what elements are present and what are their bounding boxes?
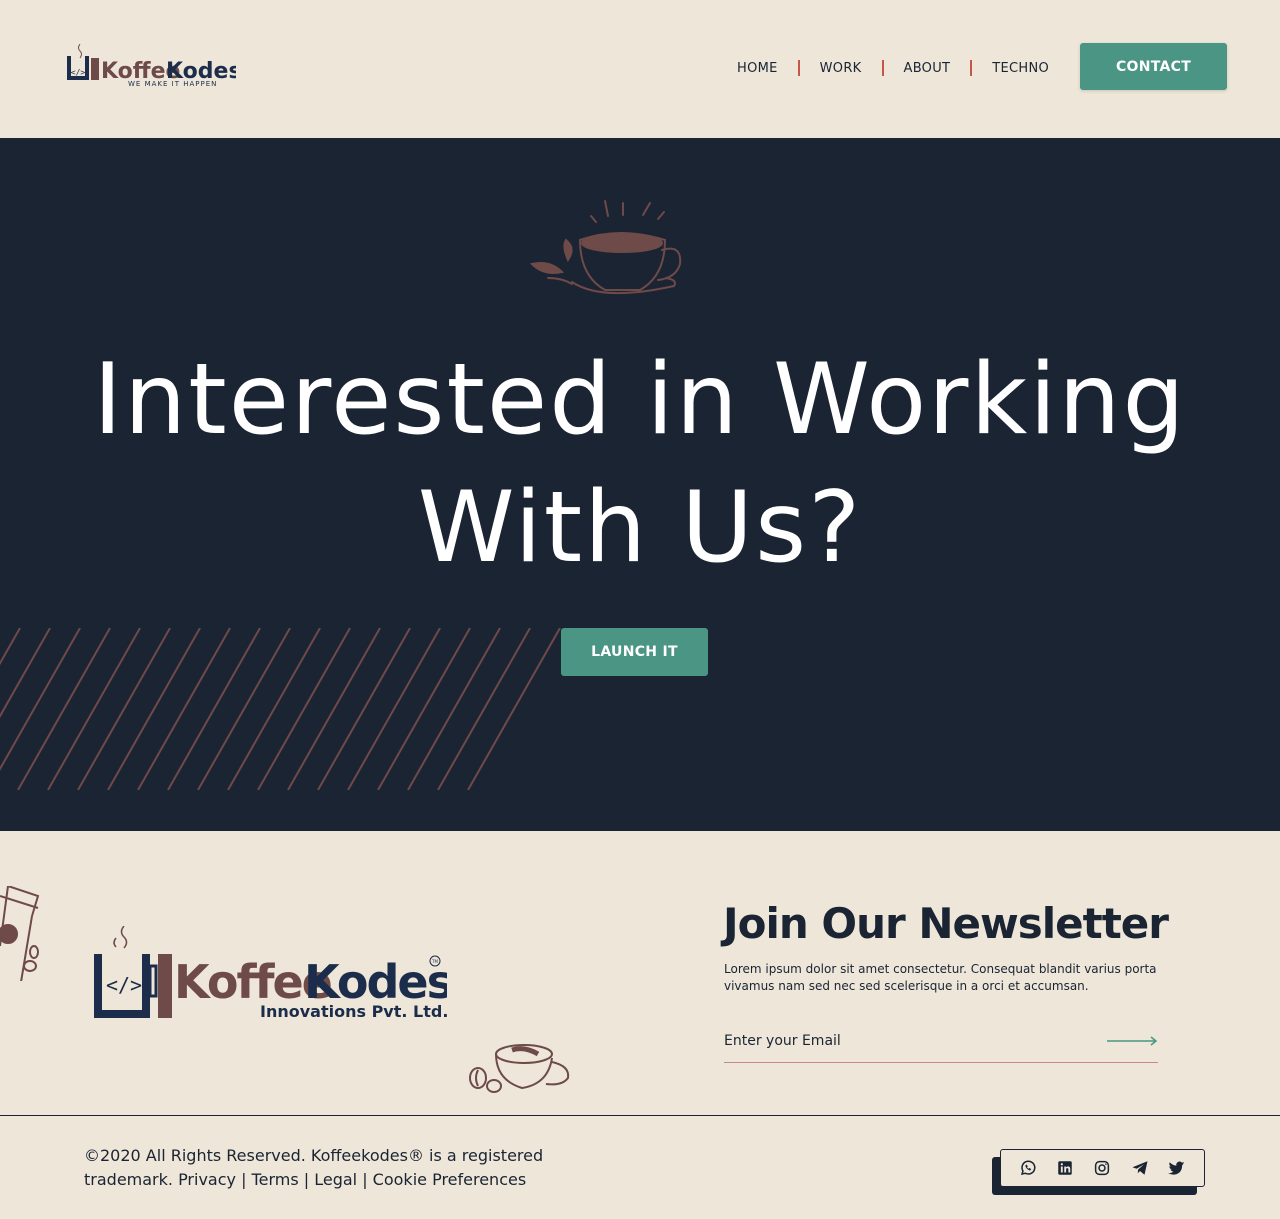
stripe-line [467,628,561,790]
nav-home[interactable]: HOME [737,61,778,76]
stripe-line [47,628,141,790]
diagonal-stripes-decoration [0,628,561,790]
social-links [1000,1149,1205,1187]
hero-title: Interested in Working With Us? [0,336,1280,592]
copyright-text: ©2020 All Rights Reserved. Koffeekodes® … [84,1144,554,1192]
hero-title-line1: Interested in Working [93,343,1187,457]
brand-logo-large: </> Koffee Kodes Innovations Pvt. Ltd. T… [94,926,447,1021]
stripe-line [107,628,201,790]
copyright-line2: trademark. Privacy | Terms | Legal | Coo… [84,1170,527,1189]
logo-large-kodes: Kodes [304,955,447,1009]
stripe-line [77,628,171,790]
stripe-line [287,628,381,790]
nav-separator [797,60,800,76]
whatsapp-icon[interactable] [1019,1159,1037,1177]
stripe-line [197,628,291,790]
nav-techno[interactable]: TECHNO [992,61,1049,76]
stripe-line [137,628,231,790]
hero-title-line2: With Us? [417,471,863,585]
hero-section: Interested in Working With Us? LAUNCH IT [0,138,1280,831]
twitter-icon[interactable] [1168,1159,1186,1177]
stripe-line [0,628,81,771]
nav-about[interactable]: ABOUT [904,61,951,76]
site-header: </> Koffee Kodes WE MAKE IT HAPPEN HOME … [0,0,1280,138]
newsletter-title: Join Our Newsletter [723,899,1169,948]
footer-top: </> Koffee Kodes Innovations Pvt. Ltd. T… [0,831,1280,1116]
brand-logo[interactable]: </> Koffee Kodes WE MAKE IT HAPPEN [66,44,236,88]
contact-button[interactable]: CONTACT [1080,43,1227,90]
stripe-line [0,628,51,719]
arrow-right-icon[interactable] [1106,1032,1158,1050]
stripe-line [257,628,351,790]
stripe-line [167,628,261,790]
main-nav: HOME WORK ABOUT TECHNO [737,60,1049,76]
newsletter-form [724,1026,1158,1063]
coffee-takeaway-cup-icon [0,886,40,981]
linkedin-icon[interactable] [1056,1159,1074,1177]
telegram-icon[interactable] [1131,1159,1149,1177]
stripe-line [347,628,441,790]
stripe-line [317,628,411,790]
nav-separator [970,60,973,76]
stripe-line [437,628,531,790]
footer-divider [0,1115,1280,1116]
coffee-cup-beans-icon [469,1044,570,1093]
stripe-line [407,628,501,790]
launch-button[interactable]: LAUNCH IT [561,628,708,676]
coffee-cup-icon [530,200,682,295]
logo-tagline: WE MAKE IT HAPPEN [128,80,217,88]
instagram-icon[interactable] [1093,1159,1111,1177]
logo-company-line: Innovations Pvt. Ltd. [260,1002,447,1021]
trademark-mark: TM [431,959,438,964]
email-input[interactable] [724,1026,1094,1056]
svg-text:</>: </> [71,68,86,77]
newsletter-description: Lorem ipsum dolor sit amet consectetur. … [724,962,1157,993]
stripe-line [227,628,321,790]
stripe-line [377,628,471,790]
stripe-line [17,628,111,790]
svg-text:</>: </> [106,973,142,997]
copyright-line1: ©2020 All Rights Reserved. Koffeekodes® … [84,1146,544,1165]
nav-work[interactable]: WORK [820,61,862,76]
nav-separator [881,60,884,76]
